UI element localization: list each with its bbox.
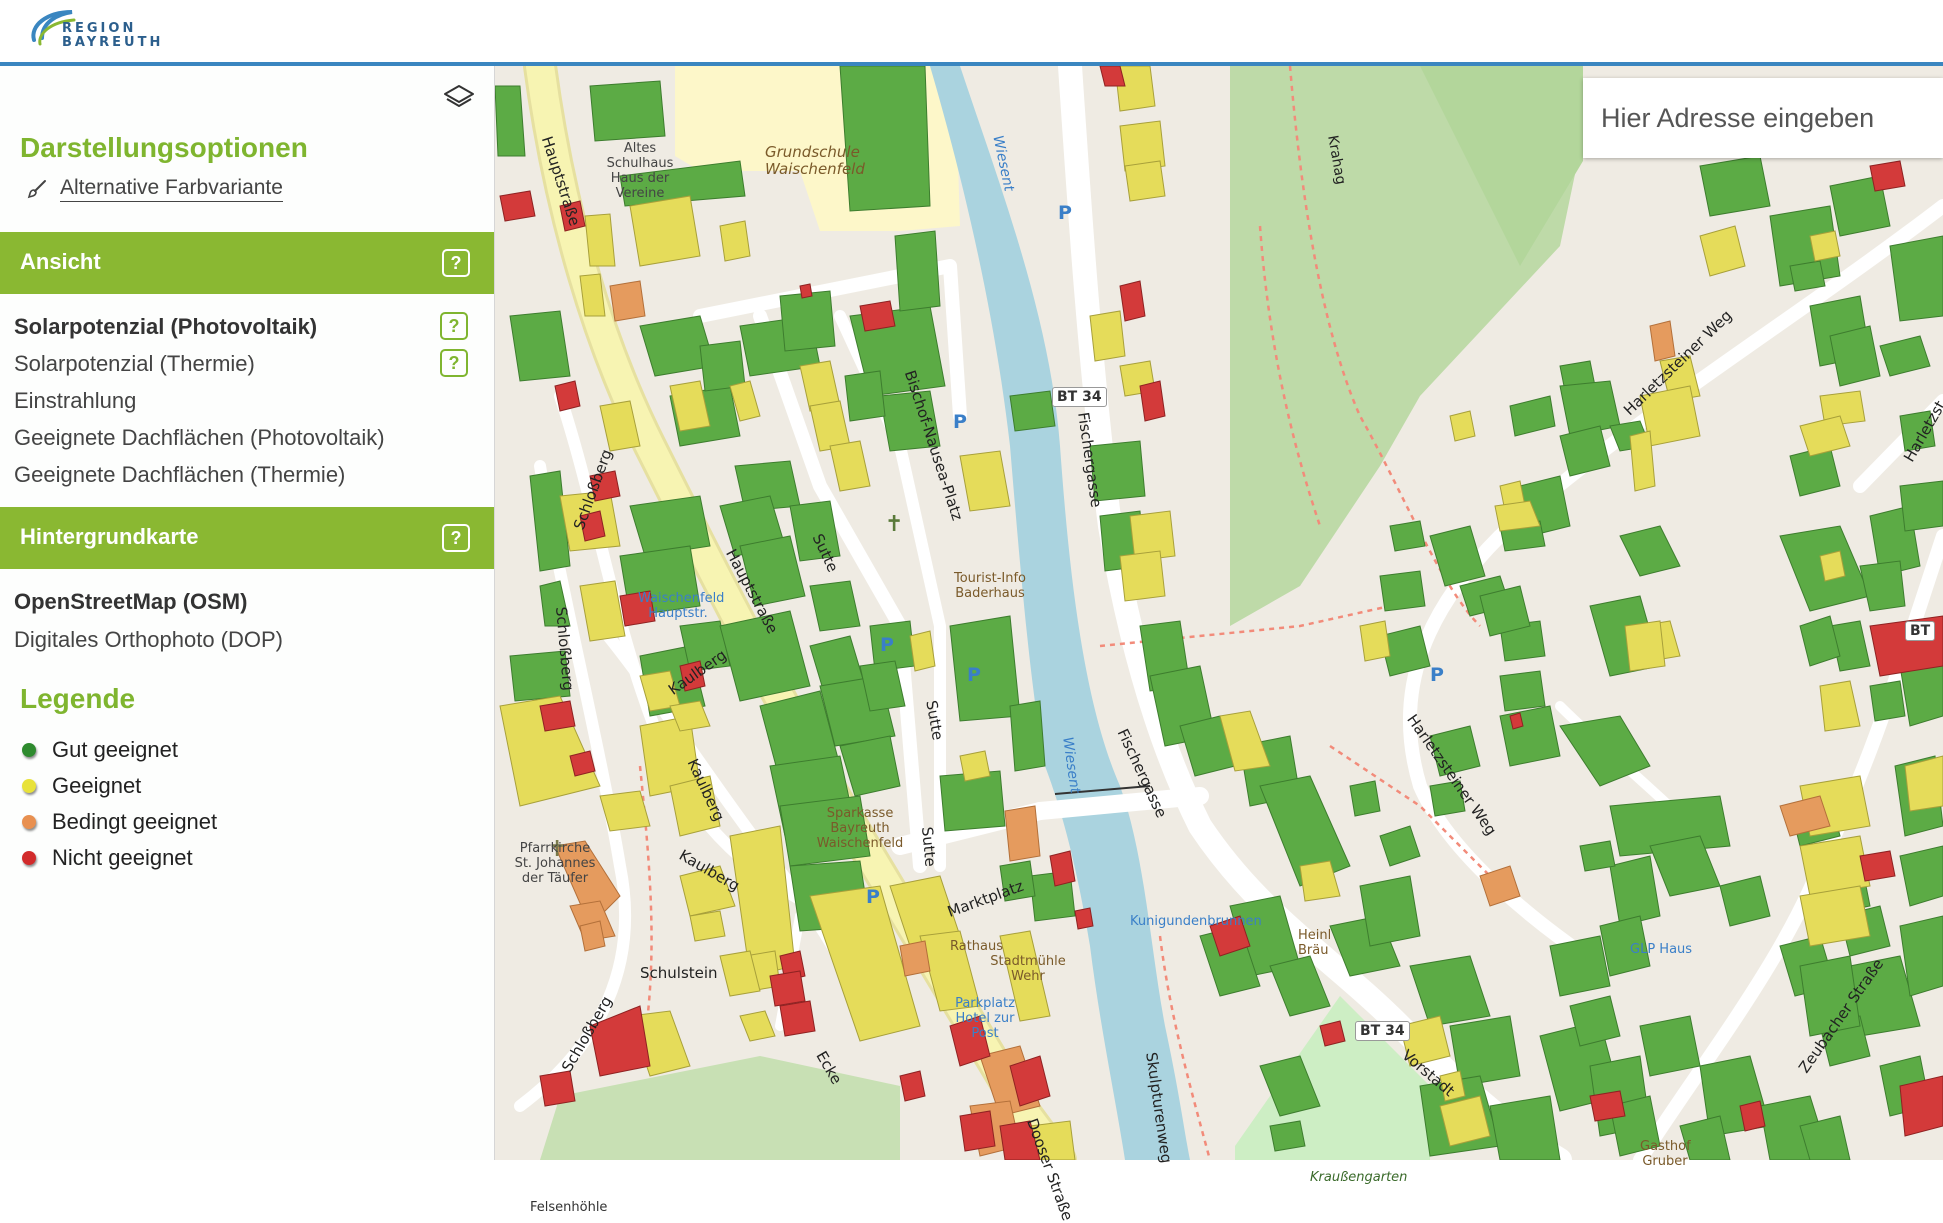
legend-dot-good [22, 743, 36, 757]
parking-icon: P [1058, 202, 1072, 224]
legend-item-unsuitable: Nicht geeignet [22, 843, 193, 873]
legend-item-good: Gut geeignet [22, 735, 178, 765]
basemap-section-label: Hintergrundkarte [20, 524, 199, 549]
view-option-einstrahlung[interactable]: Einstrahlung [14, 385, 136, 417]
legend-item-conditional: Bedingt geeignet [22, 807, 217, 837]
legend-label-suitable: Geeignet [52, 773, 142, 798]
app-header: REGION BAYREUTH [0, 0, 1943, 66]
region-bayreuth-logo[interactable]: REGION BAYREUTH [28, 8, 160, 52]
view-section-label: Ansicht [20, 249, 101, 274]
thermie-help-button[interactable]: ? [440, 349, 468, 377]
view-option-thermie[interactable]: Solarpotenzial (Thermie) [14, 348, 255, 380]
place-label-heinl-braeu: Heinl Bräu [1298, 928, 1332, 958]
place-label-glp-haus: GLP Haus [1630, 942, 1693, 957]
view-help-button[interactable]: ? [442, 249, 470, 277]
legend-dot-suitable [22, 779, 36, 793]
display-options-title: Darstellungsoptionen [20, 132, 308, 163]
road-label-schulstein: Schulstein [640, 964, 718, 982]
place-label-stadtmuehle: Stadtmühle Wehr [990, 954, 1066, 984]
place-label-bus-stop: Waischenfeld Hauptstr. [638, 591, 725, 621]
place-label-altes-schulhaus: Altes Schulhaus Haus der Vereine [606, 141, 674, 201]
parking-icon: P [880, 634, 894, 656]
place-label-pfarrkirche: Pfarrkirche St. Johannes der Täufer [514, 841, 596, 886]
address-search-box [1583, 78, 1943, 158]
basemap-option-osm[interactable]: OpenStreetMap (OSM) [14, 586, 247, 618]
legend-dot-unsuitable [22, 851, 36, 865]
route-shield-bt34: BT 34 [1052, 387, 1107, 407]
legend-label-unsuitable: Nicht geeignet [52, 845, 193, 870]
basemap-help-button[interactable]: ? [442, 524, 470, 552]
pv-help-button[interactable]: ? [440, 312, 468, 340]
legend-dot-conditional [22, 815, 36, 829]
parking-icon: P [1430, 664, 1444, 686]
place-label-tourist-info: Tourist-Info Baderhaus [953, 571, 1027, 601]
view-option-roofs-pv[interactable]: Geeignete Dachflächen (Photovoltaik) [14, 422, 385, 454]
place-label-parkplatz-hotel: Parkplatz Hotel zur Post [955, 996, 1015, 1041]
road-label-sutte-3: Sutte [918, 826, 940, 868]
alternative-color-link[interactable]: Alternative Farbvariante [26, 174, 283, 204]
view-section-header[interactable]: Ansicht ? [0, 232, 494, 294]
parking-icon: P [953, 411, 967, 433]
basemap-option-dop[interactable]: Digitales Orthophoto (DOP) [14, 624, 283, 656]
legend-item-suitable: Geeignet [22, 771, 141, 801]
place-label-kunigundenbrunnen: Kunigundenbrunnen [1130, 914, 1262, 929]
legend-label-conditional: Bedingt geeignet [52, 809, 218, 834]
basemap-section-header[interactable]: Hintergrundkarte ? [0, 507, 494, 569]
brush-icon [27, 180, 46, 199]
legend-label-good: Gut geeignet [52, 737, 178, 762]
place-label-kraussengarten: Kraußengarten [1310, 1170, 1408, 1185]
alternative-color-label: Alternative Farbvariante [60, 176, 283, 202]
layers-icon[interactable] [442, 82, 476, 116]
logo-text-bayreuth: BAYREUTH [62, 35, 164, 50]
place-label-sparkasse: Sparkasse Bayreuth Waischenfeld [816, 806, 904, 851]
view-option-pv[interactable]: Solarpotenzial (Photovoltaik) [14, 311, 317, 343]
place-label-rathaus: Rathaus [950, 939, 1004, 954]
place-label-grundschule: Grundschule Waischenfeld [765, 143, 865, 178]
route-shield-bt34-2: BT 34 [1355, 1021, 1410, 1041]
parking-icon: P [967, 664, 981, 686]
route-shield-bt: BT [1905, 621, 1936, 641]
svg-text:✝: ✝ [885, 512, 903, 537]
place-label-felsenhoehle: Felsenhöhle [530, 1200, 608, 1215]
legend-title: Legende [20, 683, 136, 714]
address-search-input[interactable] [1599, 101, 1943, 135]
view-option-roofs-thermie[interactable]: Geeignete Dachflächen (Thermie) [14, 459, 345, 491]
parking-icon: P [866, 886, 880, 908]
place-label-gasthof-gruber: Gasthof Gruber [1640, 1139, 1691, 1169]
options-sidebar: Darstellungsoptionen Alternative Farbvar… [0, 66, 495, 1160]
logo-text-region: REGION [62, 21, 137, 36]
